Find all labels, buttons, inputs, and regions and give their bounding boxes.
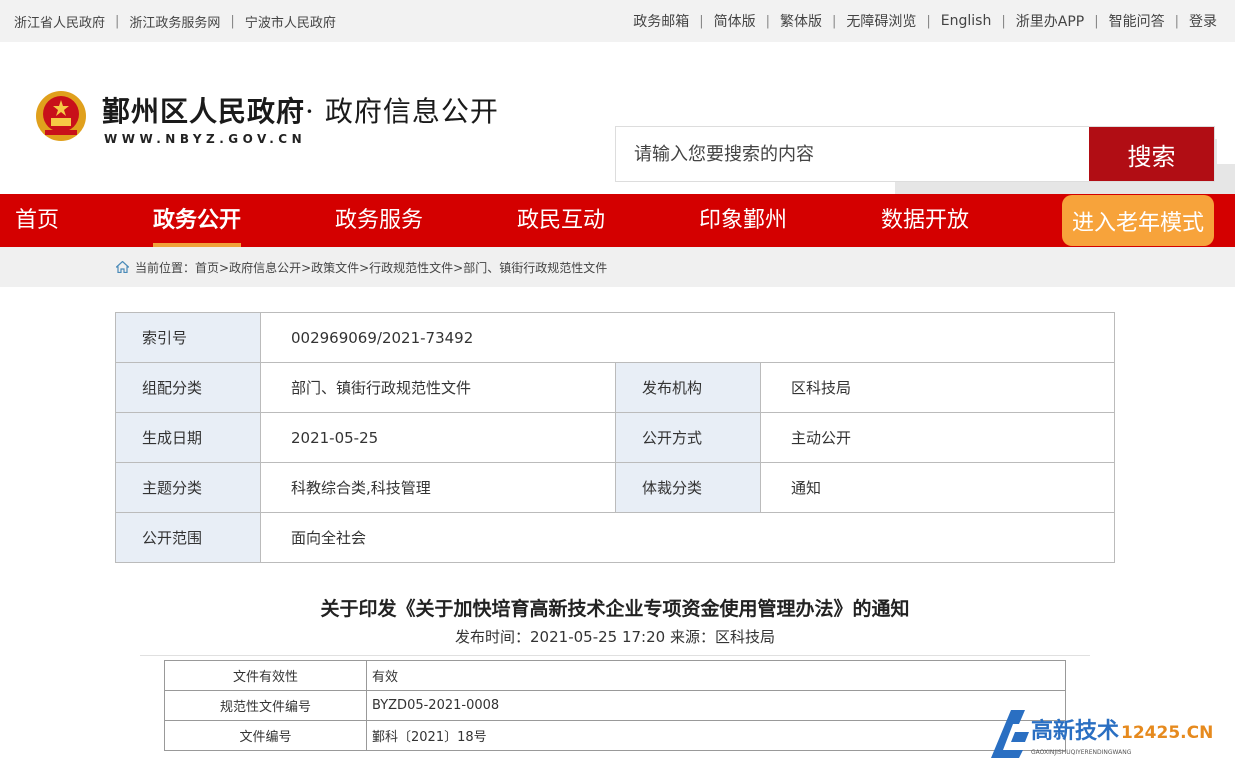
table-row: 组配分类 部门、镇街行政规范性文件 发布机构 区科技局 — [115, 362, 1115, 413]
document-title: 关于印发《关于加快培育高新技术企业专项资金使用管理办法》的通知 — [320, 598, 910, 620]
table-row: 文件有效性 有效 — [164, 660, 1066, 691]
table-row: 规范性文件编号 BYZD05-2021-0008 — [164, 690, 1066, 721]
date-label: 生成日期 — [115, 412, 261, 463]
site-url: WWW.NBYZ.GOV.CN — [104, 132, 307, 146]
nav-impression-yinzhou[interactable]: 印象鄞州 — [699, 194, 787, 247]
genre-label: 体裁分类 — [615, 462, 761, 513]
watermark-domain: 12425.CN — [1121, 723, 1213, 743]
top-right-links: 政务邮箱 | 简体版 | 繁体版 | 无障碍浏览 | English | 浙里办… — [633, 11, 1217, 31]
separator: | — [1174, 13, 1179, 29]
table-row: 文件编号 鄞科〔2021〕18号 — [164, 720, 1066, 751]
link-zhejiang-gov[interactable]: 浙江省人民政府 — [14, 12, 105, 31]
topic-value: 科教综合类,科技管理 — [260, 462, 616, 513]
link-ningbo-gov[interactable]: 宁波市人民政府 — [245, 12, 336, 31]
site-header: 鄞州区人民政府· 政府信息公开 WWW.NBYZ.GOV.CN 搜索 — [0, 42, 1235, 194]
national-emblem-icon — [36, 91, 86, 141]
index-label: 索引号 — [115, 312, 261, 363]
top-left-links: 浙江省人民政府 | 浙江政务服务网 | 宁波市人民政府 — [14, 12, 336, 31]
separator: | — [926, 13, 931, 29]
site-title[interactable]: 鄞州区人民政府· 政府信息公开 — [102, 90, 499, 130]
search-input[interactable] — [616, 127, 1089, 181]
site-watermark-logo: 高新技术 12425.CN GAOXINJISHUQIYERENDINGWANG — [991, 710, 1213, 758]
date-value: 2021-05-25 — [260, 412, 616, 463]
link-simplified[interactable]: 简体版 — [714, 11, 756, 31]
nav-gov-services[interactable]: 政务服务 — [335, 194, 423, 247]
nav-citizen-interaction[interactable]: 政民互动 — [517, 194, 605, 247]
separator: | — [699, 13, 704, 29]
site-title-main: 鄞州区人民政府 — [102, 95, 306, 128]
org-label: 发布机构 — [615, 362, 761, 413]
breadcrumb: 当前位置： 首页>政府信息公开>政策文件>行政规范性文件>部门、镇街行政规范性文… — [0, 247, 1235, 287]
site-title-sub: · 政府信息公开 — [305, 95, 499, 128]
separator: | — [115, 13, 120, 29]
breadcrumb-label: 当前位置： — [135, 260, 196, 275]
validity-label: 文件有效性 — [164, 660, 367, 691]
method-label: 公开方式 — [615, 412, 761, 463]
link-zhejiang-service[interactable]: 浙江政务服务网 — [129, 12, 220, 31]
top-utility-bar: 浙江省人民政府 | 浙江政务服务网 | 宁波市人民政府 政务邮箱 | 简体版 |… — [0, 0, 1235, 42]
nav-home[interactable]: 首页 — [15, 194, 59, 247]
scope-value: 面向全社会 — [260, 512, 1115, 563]
link-english[interactable]: English — [941, 13, 992, 29]
document-metadata-table: 索引号 002969069/2021-73492 组配分类 部门、镇街行政规范性… — [115, 312, 1115, 563]
table-row: 索引号 002969069/2021-73492 — [115, 312, 1115, 363]
table-row: 生成日期 2021-05-25 公开方式 主动公开 — [115, 412, 1115, 463]
org-value: 区科技局 — [760, 362, 1115, 413]
nav-open-data[interactable]: 数据开放 — [881, 194, 969, 247]
normative-number-value: BYZD05-2021-0008 — [366, 690, 1066, 721]
main-nav: 首页 政务公开 政务服务 政民互动 印象鄞州 数据开放 进入老年模式 — [0, 194, 1235, 247]
divider — [140, 655, 1090, 656]
genre-value: 通知 — [760, 462, 1115, 513]
link-smart-qa[interactable]: 智能问答 — [1109, 11, 1165, 31]
normative-number-label: 规范性文件编号 — [164, 690, 367, 721]
link-login[interactable]: 登录 — [1189, 11, 1217, 31]
search-button[interactable]: 搜索 — [1089, 127, 1214, 181]
table-row: 公开范围 面向全社会 — [115, 512, 1115, 563]
document-properties-table: 文件有效性 有效 规范性文件编号 BYZD05-2021-0008 文件编号 鄞… — [164, 660, 1066, 751]
search-bar: 搜索 — [615, 126, 1215, 182]
breadcrumb-path[interactable]: 首页>政府信息公开>政策文件>行政规范性文件>部门、镇街行政规范性文件 — [195, 259, 607, 276]
file-number-label: 文件编号 — [164, 720, 367, 751]
nav-gov-affairs-open[interactable]: 政务公开 — [153, 194, 242, 247]
document-publish-info: 发布时间：2021-05-25 17:20 来源：区科技局 — [455, 628, 775, 646]
category-value: 部门、镇街行政规范性文件 — [260, 362, 616, 413]
link-gov-mail[interactable]: 政务邮箱 — [633, 11, 689, 31]
method-value: 主动公开 — [760, 412, 1115, 463]
scope-label: 公开范围 — [115, 512, 261, 563]
separator: | — [1094, 13, 1099, 29]
file-number-value: 鄞科〔2021〕18号 — [366, 720, 1066, 751]
link-traditional[interactable]: 繁体版 — [780, 11, 822, 31]
table-row: 主题分类 科教综合类,科技管理 体裁分类 通知 — [115, 462, 1115, 513]
category-label: 组配分类 — [115, 362, 261, 413]
link-zheliban-app[interactable]: 浙里办APP — [1016, 11, 1084, 31]
watermark-text: 高新技术 — [1031, 718, 1119, 744]
separator: | — [1001, 13, 1006, 29]
index-value: 002969069/2021-73492 — [260, 312, 1115, 363]
watermark-pinyin: GAOXINJISHUQIYERENDINGWANG — [1031, 749, 1132, 756]
topic-label: 主题分类 — [115, 462, 261, 513]
separator: | — [832, 13, 837, 29]
link-accessibility[interactable]: 无障碍浏览 — [846, 11, 916, 31]
elder-mode-button[interactable]: 进入老年模式 — [1062, 195, 1214, 246]
validity-value: 有效 — [366, 660, 1066, 691]
separator: | — [230, 13, 235, 29]
home-icon — [116, 261, 129, 273]
separator: | — [765, 13, 771, 29]
